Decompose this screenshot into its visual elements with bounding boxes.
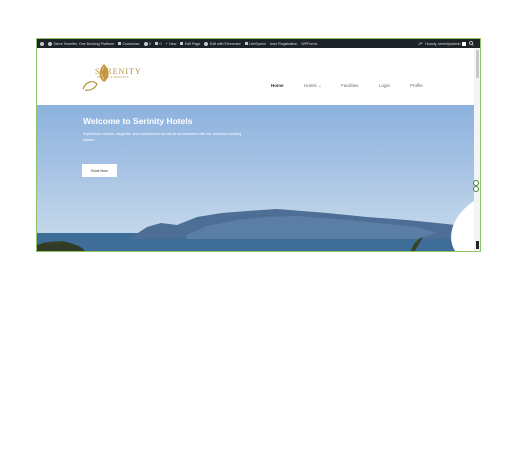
site-name-link[interactable]: Steve Hoseifer, One Booking Platform bbox=[48, 41, 115, 46]
network-icon[interactable]: ☍ bbox=[418, 41, 422, 46]
user-registration-link[interactable]: User Registration bbox=[270, 42, 298, 46]
comments-link[interactable]: 0 bbox=[155, 42, 162, 46]
site-name-label: Steve Hoseifer, One Booking Platform bbox=[53, 41, 115, 46]
litespeed-label: LiteSpeed bbox=[249, 41, 266, 46]
litespeed-icon bbox=[244, 42, 248, 45]
user-registration-label: User Registration bbox=[269, 41, 298, 46]
edit-page-label: Edit Page bbox=[184, 41, 201, 46]
nav-home[interactable]: Home bbox=[271, 83, 284, 88]
chevron-down-icon: ⌄ bbox=[316, 83, 322, 88]
account-menu[interactable]: Howdy, serenityadmin bbox=[425, 41, 466, 46]
hero-title: Welcome to Serinity Hotels bbox=[83, 116, 193, 126]
comment-icon bbox=[155, 42, 159, 45]
avatar bbox=[462, 41, 466, 46]
wordpress-menu[interactable] bbox=[40, 41, 44, 46]
nav-facilities[interactable]: Facilities bbox=[341, 83, 359, 88]
admin-bar-right: ☍ Howdy, serenityadmin bbox=[418, 40, 480, 47]
hero-banner bbox=[37, 105, 474, 251]
home-icon bbox=[48, 41, 52, 46]
comments-count: 0 bbox=[159, 41, 162, 46]
new-label: New bbox=[169, 41, 177, 46]
plus-icon: + bbox=[165, 41, 168, 46]
search-icon[interactable] bbox=[469, 40, 474, 47]
customize-link[interactable]: Customize bbox=[118, 41, 140, 46]
elementor-icon bbox=[204, 41, 209, 46]
brand-name: SERENITY bbox=[95, 67, 142, 76]
admin-bar-left: Steve Hoseifer, One Booking Platform Cus… bbox=[37, 41, 317, 46]
wpforms-link[interactable]: WPForms bbox=[301, 42, 317, 46]
nav-hotels-label: Hotels bbox=[304, 83, 317, 88]
admin-bar: Steve Hoseifer, One Booking Platform Cus… bbox=[37, 39, 480, 48]
page-scrollbar[interactable] bbox=[474, 48, 480, 251]
nav-profile[interactable]: Profile bbox=[410, 83, 423, 88]
pencil-icon bbox=[180, 42, 184, 45]
book-now-button[interactable]: Book Now bbox=[82, 164, 117, 177]
hero-background-image bbox=[37, 201, 474, 251]
brush-icon bbox=[118, 42, 122, 45]
settings-handle-icon[interactable] bbox=[473, 186, 479, 192]
browser-viewport: Steve Hoseifer, One Booking Platform Cus… bbox=[36, 38, 481, 252]
updates-count: 0 bbox=[149, 41, 152, 46]
scrollbar-thumb[interactable] bbox=[475, 50, 479, 78]
edit-elementor-label: Edit with Elementor bbox=[209, 41, 241, 46]
customize-label: Customize bbox=[122, 41, 140, 46]
brand-tagline: HOTELS & RESORTS bbox=[97, 76, 130, 79]
new-content-link[interactable]: + New bbox=[166, 42, 177, 46]
site-header: SERENITY HOTELS & RESORTS Home Hotels ⌄ … bbox=[37, 48, 474, 105]
edit-elementor-link[interactable]: Edit with Elementor bbox=[204, 41, 241, 46]
wpforms-label: WPForms bbox=[301, 41, 318, 46]
edit-page-link[interactable]: Edit Page bbox=[180, 42, 200, 46]
howdy-label: Howdy, serenityadmin bbox=[425, 41, 461, 46]
hero-description: Experience comfort, elegance, and conven… bbox=[83, 132, 242, 142]
nav-login[interactable]: Login bbox=[379, 83, 390, 88]
wordpress-icon bbox=[40, 41, 44, 46]
updates-link[interactable]: 0 bbox=[143, 41, 152, 46]
corner-marker bbox=[476, 241, 479, 249]
refresh-icon bbox=[143, 41, 148, 46]
nav-hotels[interactable]: Hotels ⌄ bbox=[304, 83, 322, 89]
litespeed-link[interactable]: LiteSpeed bbox=[244, 41, 266, 46]
